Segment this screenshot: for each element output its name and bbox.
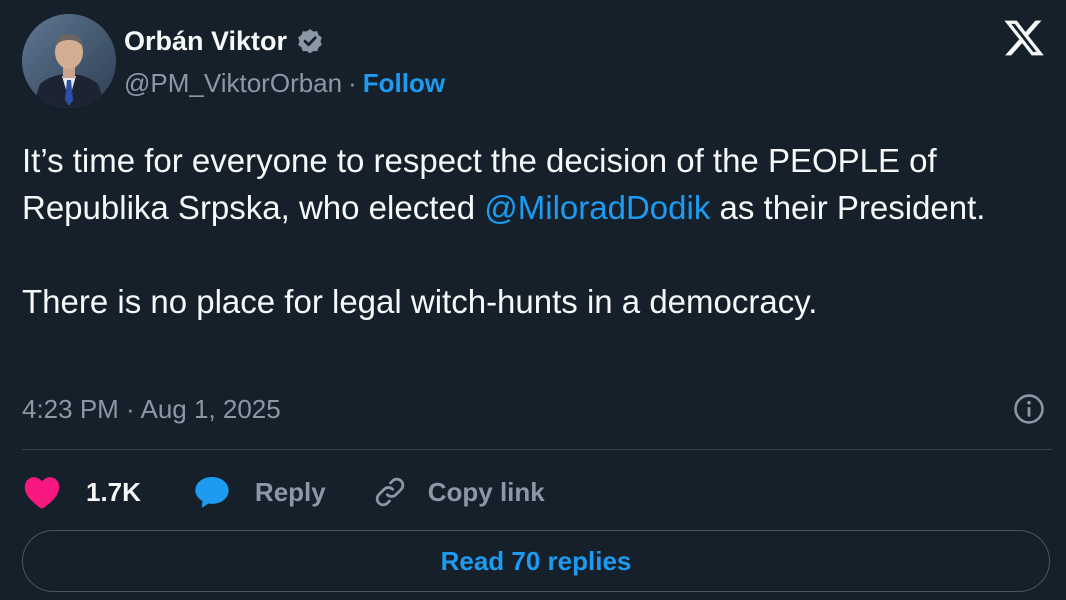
read-replies-label: Read 70 replies [440,545,632,576]
reply-bubble-icon [193,474,231,510]
author-name-row: Orbán Viktor [124,24,325,58]
heart-icon [22,474,62,510]
handle[interactable]: @PM_ViktorOrban [124,68,342,99]
display-name[interactable]: Orbán Viktor [124,26,287,57]
avatar[interactable] [22,14,116,108]
copy-link-button[interactable]: Copy link [372,474,545,510]
like-count: 1.7K [86,476,141,507]
timestamp[interactable]: 4:23 PM · Aug 1, 2025 [22,392,281,426]
x-logo-icon[interactable] [1002,16,1046,60]
link-icon [372,474,408,510]
mention-link[interactable]: @MiloradDodik [484,189,710,226]
copy-link-label: Copy link [427,476,545,507]
follow-button[interactable]: Follow [363,68,445,99]
reply-button[interactable]: Reply [193,474,326,510]
tweet-card: Orbán Viktor @PM_ViktorOrban · Follow It… [0,0,1066,600]
reply-label: Reply [254,476,326,507]
separator-dot: · [348,67,357,98]
handle-row: @PM_ViktorOrban · Follow [124,66,445,100]
tweet-text-part: as their President. [710,189,986,226]
tweet-paragraph-1: It’s time for everyone to respect the de… [22,137,1052,231]
divider [22,449,1052,450]
tweet-text: It’s time for everyone to respect the de… [22,137,1052,325]
tweet-paragraph-2: There is no place for legal witch-hunts … [22,283,818,320]
info-icon[interactable] [1012,392,1046,426]
action-bar: 1.7K Reply Copy link [22,470,545,514]
read-replies-button[interactable]: Read 70 replies [22,530,1050,592]
timestamp-text: 4:23 PM · Aug 1, 2025 [22,393,281,424]
verified-badge-icon [295,26,325,56]
like-button[interactable]: 1.7K [22,474,141,510]
